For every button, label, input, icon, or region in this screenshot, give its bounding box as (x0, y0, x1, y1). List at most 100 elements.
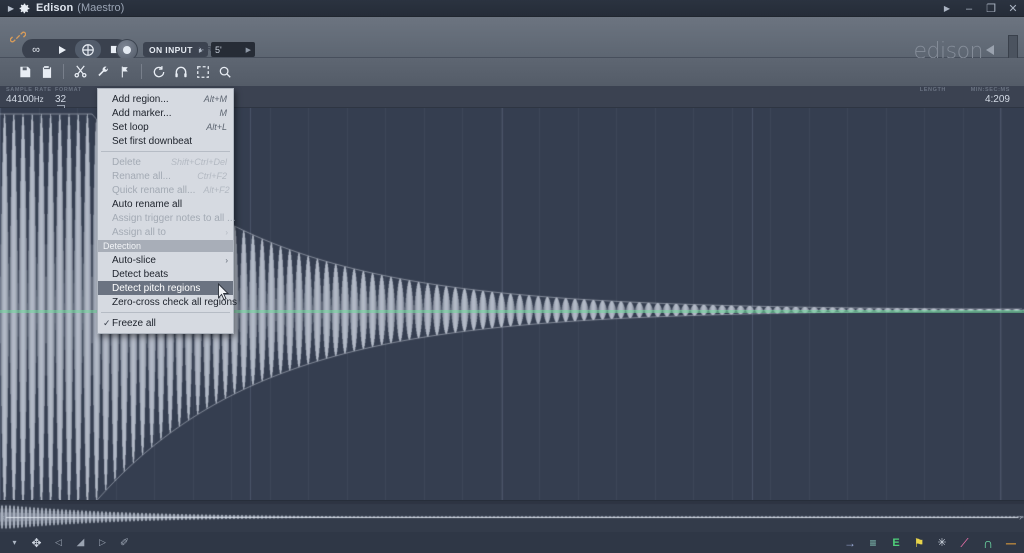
headphones-icon[interactable] (170, 61, 191, 82)
menu-item-label: Delete (112, 156, 141, 168)
menu-item-label: Quick rename all... (112, 184, 196, 196)
menu-separator (101, 151, 230, 152)
samplerate-value: 44100Hz (6, 94, 44, 105)
menu-item-label: Auto-slice (112, 254, 156, 266)
overview-canvas[interactable] (0, 501, 1024, 533)
minimize-button[interactable]: – (958, 0, 980, 17)
menu-section-detection-header: Detection (98, 240, 233, 252)
menu-item-add-region[interactable]: Add region... Alt+M (98, 92, 233, 106)
length-value: 4:209 (984, 94, 1010, 105)
samplerate-caption: SAMPLE RATE (6, 87, 52, 93)
for-label: FOR (196, 46, 213, 53)
magnifier-icon[interactable] (214, 61, 235, 82)
for-duration-value: 5' (215, 44, 222, 55)
menu-item-label: Add region... (112, 93, 169, 105)
length-unit-caption: MIN:SEC:MS (970, 87, 1010, 93)
menu-item-zero-cross-check[interactable]: Zero-cross check all regions (98, 295, 237, 309)
file-tool-group (14, 61, 235, 82)
overview-right-arrow-icon[interactable]: › (1019, 512, 1022, 522)
menu-item-label: Set loop (112, 121, 149, 133)
move-tool-icon[interactable]: ✥ (30, 536, 43, 550)
menu-item-add-marker[interactable]: Add marker... M (98, 106, 233, 120)
dropdown-arrow-icon[interactable]: ▾ (8, 536, 21, 549)
menu-item-shortcut: Alt+L (206, 122, 227, 132)
menu-item-assign-trigger-notes: Assign trigger notes to all ... (98, 211, 236, 225)
marker-flag-icon[interactable]: ⚑ (912, 536, 926, 550)
length-caption: LENGTH (919, 87, 946, 93)
scrub-button[interactable] (75, 40, 101, 59)
submenu-chevron-icon: › (225, 227, 228, 237)
maximize-button[interactable]: ❐ (980, 0, 1002, 17)
status-left-tools: ▾ ✥ ◁ ◢ ▷ ✐ (0, 536, 131, 550)
snap-left-icon[interactable]: ◁ (52, 536, 65, 549)
menu-item-label: Auto rename all (112, 198, 183, 210)
toolbar-separator (63, 64, 64, 79)
logo-triangle-icon (986, 44, 994, 55)
undo-arrow-icon[interactable] (148, 61, 169, 82)
region-context-menu[interactable]: Add region... Alt+M Add marker... M Set loop… (97, 88, 237, 334)
submenu-chevron-icon: › (225, 255, 228, 265)
toolbar-separator (141, 64, 142, 79)
menu-item-label: Assign all to (112, 226, 166, 238)
menu-item-label: Set first downbeat (112, 135, 193, 147)
levels-icon[interactable]: ≡ (866, 536, 880, 550)
window-buttons: ▶ – ❐ ✕ (936, 0, 1024, 17)
window-subtitle: (Maestro) (77, 2, 125, 14)
menu-item-auto-slice[interactable]: Auto-slice › (98, 253, 233, 267)
gear-icon[interactable] (18, 2, 31, 15)
title-bar: ▶ Edison (Maestro) ▶ – ❐ ✕ (0, 0, 1024, 17)
menu-item-detect-pitch-regions[interactable]: Detect pitch regions (98, 281, 233, 295)
snowflake-icon[interactable]: ✳ (935, 536, 949, 550)
menu-item-label: Rename all... (112, 170, 171, 182)
menu-section-label: Detection (103, 241, 142, 251)
menu-item-set-loop[interactable]: Set loop Alt+L (98, 120, 233, 134)
menu-item-delete: Delete Shift+Ctrl+Del (98, 155, 233, 169)
ramp-icon[interactable]: ◢ (74, 536, 87, 549)
record-mode-label: ON INPUT (149, 44, 193, 55)
menu-item-shortcut: M (219, 108, 228, 118)
wrench-icon[interactable] (92, 61, 113, 82)
floppy-disk-icon[interactable] (14, 61, 35, 82)
arrow-right-icon[interactable]: → (843, 536, 857, 550)
menu-item-label: Add marker... (112, 107, 172, 119)
menu-item-auto-rename-all[interactable]: Auto rename all (98, 197, 233, 211)
menu-arrow-icon[interactable]: ▶ (6, 3, 16, 13)
format-caption: FORMAT (55, 87, 82, 93)
menu-item-rename-all: Rename all... Ctrl+F2 (98, 169, 233, 183)
loop-button[interactable]: ∞ (23, 40, 49, 59)
magnet-icon[interactable]: ∩ (981, 535, 995, 551)
toolbar: RUN (0, 58, 1024, 143)
for-duration-field[interactable]: 5' ▶ (211, 42, 255, 57)
menu-separator (101, 312, 230, 313)
detach-button[interactable]: ▶ (936, 0, 958, 17)
transport-button-group: ∞ (22, 39, 128, 60)
chevron-right-icon: ▶ (245, 46, 251, 54)
menu-item-shortcut: Ctrl+F2 (197, 171, 227, 181)
pencil-icon[interactable]: ✐ (118, 536, 131, 549)
menu-item-label: Assign trigger notes to all ... (112, 212, 236, 224)
overview-left-arrow-icon[interactable]: ‹ (2, 512, 5, 522)
status-right-tools: → ≡ E ⚑ ✳ ∕ ∩ ─ (843, 535, 1018, 551)
menu-item-detect-beats[interactable]: Detect beats (98, 267, 233, 281)
scissors-icon[interactable] (70, 61, 91, 82)
waveform-overview[interactable]: ‹ › (0, 500, 1024, 533)
envelope-icon[interactable]: E (889, 536, 903, 550)
dashed-square-icon[interactable] (192, 61, 213, 82)
slide-icon[interactable]: ∕ (958, 535, 972, 550)
status-bar: ▾ ✥ ◁ ◢ ▷ ✐ → ≡ E ⚑ ✳ ∕ ∩ ─ (0, 532, 1024, 553)
check-icon: ✓ (103, 317, 111, 328)
flag-icon[interactable] (114, 61, 135, 82)
window-title: Edison (36, 2, 74, 14)
menu-item-set-first-downbeat[interactable]: Set first downbeat (98, 134, 233, 148)
bridge-icon[interactable]: ─ (1004, 535, 1018, 551)
clipboard-icon[interactable] (36, 61, 57, 82)
menu-item-freeze-all[interactable]: ✓ Freeze all (98, 316, 233, 330)
play-button[interactable] (49, 40, 75, 59)
menu-item-quick-rename-all: Quick rename all... Alt+F2 (98, 183, 233, 197)
close-button[interactable]: ✕ (1002, 0, 1024, 17)
menu-item-label: Freeze all (112, 317, 156, 329)
menu-item-label: Detect beats (112, 268, 169, 280)
transport-bar: ∞ APPEND ON INPUT ▶ FOR 5' (0, 17, 1024, 73)
snap-right-icon[interactable]: ▷ (96, 536, 109, 549)
menu-item-shortcut: Shift+Ctrl+Del (170, 157, 227, 167)
